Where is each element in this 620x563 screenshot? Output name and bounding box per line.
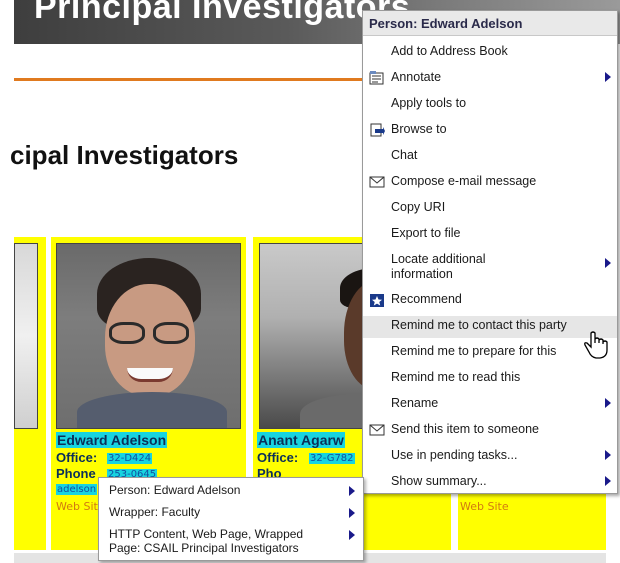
faculty-photo[interactable] — [56, 243, 241, 429]
context-menu-header: Person: Edward Adelson — [363, 11, 617, 36]
popup-item-label: Person: Edward Adelson — [109, 483, 241, 497]
office-value[interactable]: 32-D424 — [107, 453, 153, 464]
menu-item-label: Remind me to read this — [391, 370, 521, 384]
submenu-arrow-icon — [349, 486, 355, 496]
popup-item-label-line2: Page: CSAIL Principal Investigators — [109, 541, 299, 555]
browse-icon — [370, 123, 385, 137]
menu-item-export-to-file[interactable]: Export to file — [363, 226, 617, 244]
menu-item-label: Chat — [391, 148, 418, 162]
header-divider — [14, 78, 364, 81]
office-value[interactable]: 32-G782 — [309, 453, 355, 464]
menu-item-label: Browse to — [391, 122, 447, 136]
menu-item-label: Copy URI — [391, 200, 446, 214]
banner-title: Principal Investigators — [34, 0, 411, 26]
photo-smile — [127, 368, 173, 382]
menu-item-label: Annotate — [391, 70, 442, 84]
office-label: Office: — [56, 450, 98, 465]
faculty-name[interactable]: Edward Adelson — [56, 432, 168, 448]
submenu-arrow-icon — [605, 398, 611, 408]
menu-item-label: Apply tools to — [391, 96, 467, 110]
menu-item-add-to-address-book[interactable]: Add to Address Book — [363, 44, 617, 62]
annotate-icon — [369, 71, 384, 85]
popup-item-wrapper[interactable]: Wrapper: Faculty — [109, 505, 359, 521]
menu-item-label: Remind me to contact this party — [391, 318, 567, 332]
menu-item-label: Locate additional — [391, 252, 486, 266]
menu-item-remind-read[interactable]: Remind me to read this — [363, 370, 617, 388]
phone-label: Phone — [56, 466, 96, 481]
menu-item-label: Send this item to someone — [391, 422, 539, 436]
submenu-arrow-icon — [605, 72, 611, 82]
web-site-link[interactable]: Web Site — [460, 500, 509, 513]
photo-shirt — [77, 392, 227, 428]
hand-cursor-icon — [584, 331, 608, 359]
menu-item-label: Rename — [391, 396, 439, 410]
menu-item-annotate[interactable]: Annotate — [363, 70, 617, 88]
menu-item-send-to-someone[interactable]: Send this item to someone — [363, 422, 617, 440]
popup-item-person[interactable]: Person: Edward Adelson — [109, 483, 359, 499]
submenu-arrow-icon — [605, 258, 611, 268]
menu-item-remind-prepare[interactable]: Remind me to prepare for this — [363, 344, 617, 362]
office-label: Office: — [257, 450, 299, 465]
submenu-arrow-icon — [605, 476, 611, 486]
menu-item-recommend[interactable]: Recommend — [363, 292, 617, 310]
menu-item-use-in-pending-tasks[interactable]: Use in pending tasks... — [363, 448, 617, 466]
envelope-icon — [369, 424, 385, 436]
photo-glasses — [153, 322, 189, 344]
menu-item-show-summary[interactable]: Show summary... — [363, 474, 617, 492]
menu-item-label: Use in pending tasks... — [391, 448, 518, 462]
menu-item-rename[interactable]: Rename — [363, 396, 617, 414]
menu-item-chat[interactable]: Chat — [363, 148, 617, 166]
faculty-photo — [14, 243, 38, 429]
envelope-icon — [369, 176, 385, 188]
menu-item-apply-tools-to[interactable]: Apply tools to — [363, 96, 617, 114]
menu-item-remind-contact[interactable]: Remind me to contact this party — [363, 316, 617, 338]
menu-item-label-line2: information — [391, 267, 453, 281]
menu-item-label: Export to file — [391, 226, 461, 240]
submenu-arrow-icon — [349, 508, 355, 518]
faculty-name[interactable]: Anant Agarw — [257, 432, 345, 448]
page-title: cipal Investigators — [10, 140, 239, 170]
popup-item-label: HTTP Content, Web Page, Wrapped — [109, 527, 304, 541]
submenu-arrow-icon — [349, 530, 355, 540]
faculty-card[interactable] — [14, 237, 46, 550]
context-menu: Person: Edward Adelson Add to Address Bo… — [362, 10, 618, 494]
email-value[interactable]: adelson — [56, 484, 98, 495]
submenu-arrow-icon — [605, 450, 611, 460]
recommend-icon — [370, 294, 384, 307]
menu-item-browse-to[interactable]: Browse to — [363, 122, 617, 140]
menu-item-label: Add to Address Book — [391, 44, 508, 58]
menu-item-compose-email[interactable]: Compose e-mail message — [363, 174, 617, 192]
menu-item-label: Show summary... — [391, 474, 487, 488]
popup-item-http-content[interactable]: HTTP Content, Web Page, Wrapped Page: CS… — [109, 527, 359, 557]
menu-item-label: Recommend — [391, 292, 462, 306]
photo-glasses — [109, 322, 145, 344]
context-popup: Person: Edward Adelson Wrapper: Faculty … — [98, 477, 364, 561]
popup-item-label: Wrapper: Faculty — [109, 505, 201, 519]
menu-item-label: Compose e-mail message — [391, 174, 537, 188]
menu-item-label: Remind me to prepare for this — [391, 344, 557, 358]
menu-item-copy-uri[interactable]: Copy URI — [363, 200, 617, 218]
menu-item-locate-additional-information[interactable]: Locate additional information — [363, 252, 617, 284]
